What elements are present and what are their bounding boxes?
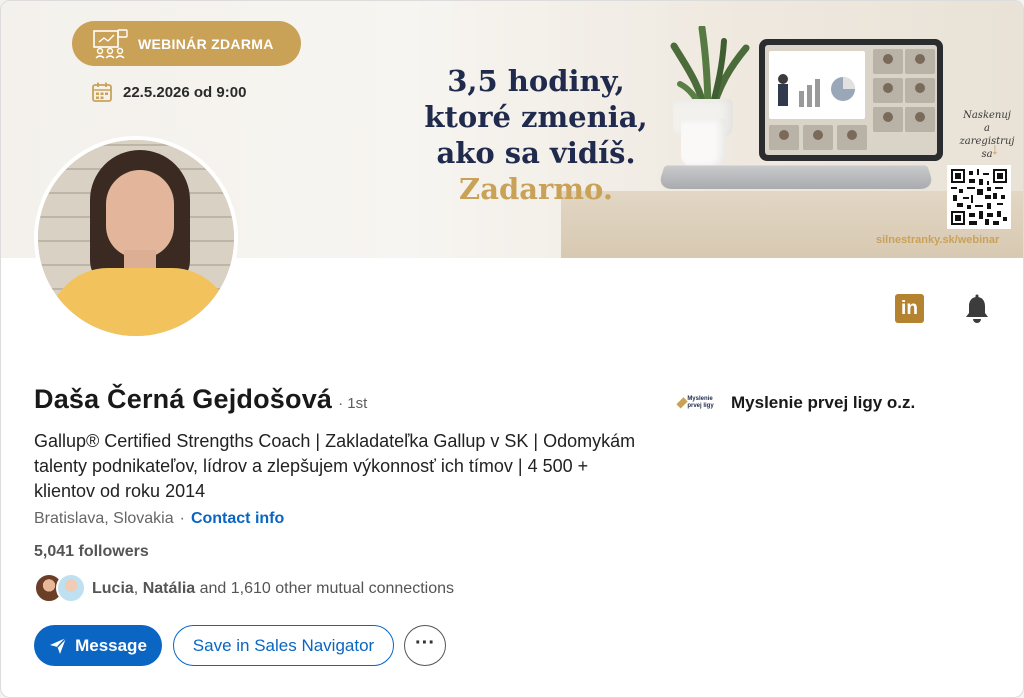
mutual-separator: , <box>133 580 143 597</box>
mutual-avatars <box>34 573 86 605</box>
mutual-connections-text: Lucia, Natália and 1,610 other mutual co… <box>92 580 454 598</box>
webinar-date: 22.5.2026 od 9:00 <box>91 81 246 103</box>
coffee-cup <box>681 119 726 167</box>
scan-note-line: a zaregistruj sa <box>959 123 1015 160</box>
mutual-avatar <box>56 573 86 603</box>
laptop-keyboard <box>657 165 935 190</box>
organization-logo-text: Myslenie prvej ligy <box>687 396 714 409</box>
organization-link[interactable]: Myslenie prvej ligy Myslenie prvej ligy … <box>676 393 916 413</box>
profile-card: WEBINÁR ZDARMA 22.5.2026 od 9:00 3,5 hod… <box>0 0 1024 698</box>
avatar-face <box>106 170 174 258</box>
save-sales-navigator-button[interactable]: Save in Sales Navigator <box>173 625 394 666</box>
scan-note-line: Naskenuj <box>963 110 1011 121</box>
participant-tile <box>905 78 935 103</box>
more-dots-icon: ··· <box>415 632 435 654</box>
participant-tile <box>873 49 903 74</box>
mutual-rest: and 1,610 other mutual connections <box>195 580 454 597</box>
webinar-label: WEBINÁR ZDARMA <box>138 35 274 52</box>
chart-icon <box>778 74 855 107</box>
mutual-name: Natália <box>142 580 196 597</box>
logo-mark-icon <box>676 397 688 409</box>
presentation-icon <box>93 28 128 59</box>
save-sales-navigator-label: Save in Sales Navigator <box>192 635 375 655</box>
profile-name-row: Daša Černá Gejdošová · 1st <box>34 384 367 415</box>
banner-headline-line: ktoré zmenia, <box>424 100 648 134</box>
profile-headline: Gallup® Certified Strengths Coach | Zakl… <box>34 431 636 501</box>
participant-tile <box>873 78 903 103</box>
profile-avatar[interactable] <box>34 136 238 340</box>
connection-degree: · 1st <box>338 395 368 412</box>
message-button-label: Message <box>75 635 147 655</box>
mutual-name: Lucia <box>92 580 134 597</box>
participant-tile <box>905 107 935 132</box>
organization-logo: Myslenie prvej ligy <box>676 393 721 413</box>
webinar-url: silnestranky.sk/webinar <box>876 234 1000 246</box>
arrow-down-icon: ↓ <box>991 141 999 158</box>
location-row: Bratislava, Slovakia · Contact info <box>34 510 284 528</box>
contact-info-link[interactable]: Contact info <box>191 510 284 528</box>
send-icon <box>50 637 67 654</box>
participant-tile <box>803 125 833 150</box>
laptop-display <box>765 45 937 155</box>
participant-tile <box>769 125 799 150</box>
linkedin-icon[interactable]: in <box>895 294 924 323</box>
banner-headline: 3,5 hodiny, ktoré zmenia, ako sa vidíš. … <box>421 63 651 207</box>
profile-name: Daša Černá Gejdošová <box>34 384 333 414</box>
profile-location: Bratislava, Slovakia <box>34 510 174 527</box>
scan-note: Naskenuj a zaregistruj sa <box>957 109 1017 161</box>
laptop-illustration <box>759 39 943 161</box>
participant-tile <box>873 107 903 132</box>
banner-headline-line: ako sa vidíš. <box>436 136 636 170</box>
participant-tile <box>905 49 935 74</box>
mutual-connections[interactable]: Lucia, Natália and 1,610 other mutual co… <box>34 573 454 605</box>
webinar-date-text: 22.5.2026 od 9:00 <box>123 83 247 101</box>
organization-name: Myslenie prvej ligy o.z. <box>731 393 916 412</box>
avatar-shirt <box>48 268 232 336</box>
presentation-slide <box>769 51 865 119</box>
banner-headline-gold: Zadarmo. <box>459 172 613 206</box>
separator-dot: · <box>179 510 185 527</box>
more-actions-button[interactable]: ··· <box>404 625 446 666</box>
message-button[interactable]: Message <box>34 625 162 666</box>
bell-icon[interactable] <box>963 294 991 324</box>
banner-headline-line: 3,5 hodiny, <box>447 64 625 98</box>
calendar-icon <box>92 82 112 102</box>
qr-code <box>947 165 1011 229</box>
followers-count[interactable]: 5,041 followers <box>34 543 149 561</box>
participant-tile <box>837 125 867 150</box>
webinar-badge: WEBINÁR ZDARMA <box>72 21 301 66</box>
qr-code-icon <box>951 169 1007 225</box>
